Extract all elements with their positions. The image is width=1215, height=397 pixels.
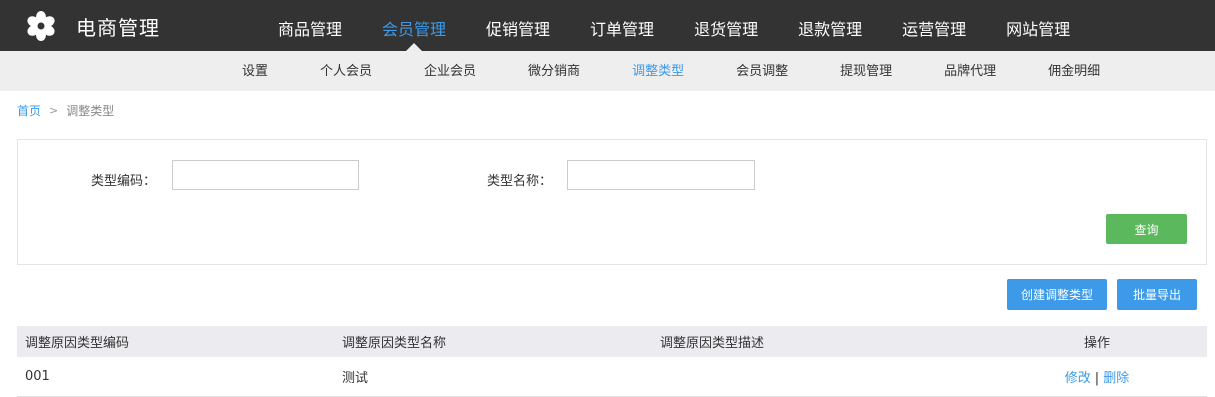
type-name-input[interactable] [567,160,755,190]
breadcrumb: 首页 > 调整类型 [17,102,114,119]
type-code-label: 类型编码： [91,174,157,189]
edit-link[interactable]: 修改 [1065,371,1091,386]
sub-nav-item-commission-details[interactable]: 佣金明细 [1022,51,1126,91]
logo[interactable]: 电商管理 [24,10,174,42]
sub-nav: 设置 个人会员 企业会员 微分销商 调整类型 会员调整 提现管理 品牌代理 佣金… [216,51,1126,91]
type-code-input[interactable] [172,160,359,190]
top-navbar: 电商管理 商品管理 会员管理 促销管理 订单管理 退货管理 退款管理 运营管理 … [0,0,1215,51]
sub-nav-item-adjust-types[interactable]: 调整类型 [606,51,710,91]
cell-actions: 修改 | 删除 [987,367,1207,386]
adjust-types-table: 调整原因类型编码 调整原因类型名称 调整原因类型描述 操作 001 测试 修改 |… [17,326,1207,397]
sub-nav-item-member-adjust[interactable]: 会员调整 [710,51,814,91]
main-nav-label: 订单管理 [590,20,655,39]
main-nav-item-refunds[interactable]: 退款管理 [778,0,882,51]
main-nav-label: 商品管理 [278,20,343,39]
batch-export-button[interactable]: 批量导出 [1117,279,1197,310]
table-row: 001 测试 修改 | 删除 [17,357,1207,397]
create-adjust-type-button[interactable]: 创建调整类型 [1007,279,1107,310]
main-nav: 商品管理 会员管理 促销管理 订单管理 退货管理 退款管理 运营管理 网站管理 [258,0,1090,51]
main-nav-item-operations[interactable]: 运营管理 [882,0,986,51]
active-caret-icon [406,43,423,51]
flower-gear-icon [24,10,58,42]
main-nav-label: 退货管理 [694,20,759,39]
breadcrumb-current: 调整类型 [66,104,115,118]
cell-name: 测试 [342,371,369,386]
column-header-description: 调整原因类型描述 [660,336,765,351]
breadcrumb-home-link[interactable]: 首页 [17,102,41,119]
action-separator: | [1094,371,1100,386]
app-title: 电商管理 [76,15,160,40]
type-name-label: 类型名称： [487,174,553,189]
main-nav-item-website[interactable]: 网站管理 [986,0,1090,51]
main-nav-label: 会员管理 [382,20,447,39]
main-nav-label: 退款管理 [798,20,863,39]
table-header: 调整原因类型编码 调整原因类型名称 调整原因类型描述 操作 [17,326,1207,357]
sub-nav-item-micro-distributors[interactable]: 微分销商 [502,51,606,91]
main-nav-item-products[interactable]: 商品管理 [258,0,362,51]
main-nav-item-returns[interactable]: 退货管理 [674,0,778,51]
sub-navbar: 设置 个人会员 企业会员 微分销商 调整类型 会员调整 提现管理 品牌代理 佣金… [0,51,1215,91]
breadcrumb-separator: > [49,104,59,117]
sub-nav-item-withdrawals[interactable]: 提现管理 [814,51,918,91]
cell-code: 001 [25,369,50,384]
delete-link[interactable]: 删除 [1103,371,1129,386]
column-header-name: 调整原因类型名称 [342,336,447,351]
main-nav-item-members[interactable]: 会员管理 [362,0,466,51]
main-nav-label: 运营管理 [902,20,967,39]
sub-nav-item-settings[interactable]: 设置 [216,51,294,91]
search-panel: 类型编码： 类型名称： 查询 [17,139,1207,265]
sub-nav-item-brand-agents[interactable]: 品牌代理 [918,51,1022,91]
main-nav-label: 促销管理 [486,20,551,39]
query-button[interactable]: 查询 [1106,214,1187,244]
sub-nav-item-enterprise-members[interactable]: 企业会员 [398,51,502,91]
sub-nav-item-personal-members[interactable]: 个人会员 [294,51,398,91]
main-nav-item-orders[interactable]: 订单管理 [570,0,674,51]
column-header-code: 调整原因类型编码 [25,336,130,351]
column-header-actions: 操作 [1083,336,1110,351]
main-nav-item-promotions[interactable]: 促销管理 [466,0,570,51]
main-nav-label: 网站管理 [1006,20,1071,39]
